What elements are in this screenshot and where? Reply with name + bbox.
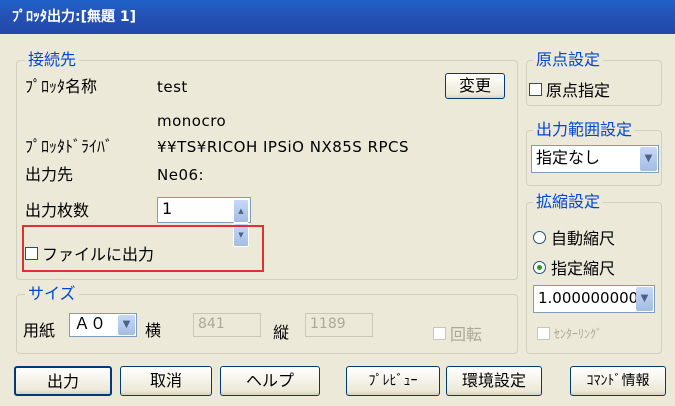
output-to-value: Ne06: [157, 166, 205, 184]
centering-label: ｾﾝﾀｰﾘﾝｸﾞ [554, 327, 603, 341]
copies-spinner[interactable]: 1 ▲ ▼ [157, 197, 251, 247]
paper-select[interactable]: Ａ０ ▼ [69, 313, 137, 337]
paper-label: 用紙 [23, 321, 56, 340]
rotate-label: 回転 [450, 325, 483, 344]
output-to-label: 出力先 [25, 165, 74, 184]
size-group: サイズ 用紙 Ａ０ ▼ 横 841 縦 1189 回転 [16, 285, 518, 354]
height-field[interactable]: 1189 [305, 313, 373, 337]
specified-scale-label: 指定縮尺 [551, 259, 616, 278]
output-range-group: 出力範囲設定 指定なし ▼ [526, 121, 662, 186]
width-field[interactable]: 841 [193, 313, 261, 337]
driver-value: ¥¥TS¥RICOH IPSiO NX85S RPCS [157, 138, 410, 156]
chevron-down-icon[interactable]: ▼ [118, 315, 135, 335]
checkbox-icon[interactable] [537, 327, 550, 340]
origin-specify-checkbox[interactable]: 原点指定 [529, 77, 610, 101]
width-label: 横 [145, 321, 162, 340]
help-button[interactable]: ヘルプ [220, 366, 320, 396]
chevron-down-icon[interactable]: ▼ [640, 147, 657, 171]
scale-value: 1.000000000 [538, 289, 639, 307]
checkbox-icon[interactable] [529, 82, 542, 96]
copies-spin-buttons[interactable]: ▲ ▼ [233, 199, 249, 247]
spin-up-icon[interactable]: ▲ [233, 199, 249, 223]
plotter-model-value: monocro [157, 112, 227, 130]
rotate-checkbox[interactable]: 回転 [433, 321, 482, 345]
dialog-client-area: 接続先 ﾌﾟﾛｯﾀ名称 test 変更 monocro ﾌﾟﾛｯﾀﾄﾞﾗｲﾊﾞ … [6, 36, 669, 400]
preview-button[interactable]: ﾌﾟﾚﾋﾞｭｰ [346, 366, 440, 396]
auto-scale-radio[interactable]: 自動縮尺 [533, 225, 615, 249]
centering-checkbox[interactable]: ｾﾝﾀｰﾘﾝｸﾞ [537, 325, 602, 342]
copies-value: 1 [162, 199, 173, 218]
scale-group: 拡縮設定 自動縮尺 指定縮尺 1.000000000 ▼ ｾﾝﾀｰﾘﾝｸﾞ [526, 193, 662, 354]
size-legend: サイズ [25, 285, 79, 303]
plotter-name-value: test [157, 78, 188, 96]
window-title: ﾌﾟﾛｯﾀ出力:[無題 1] [0, 0, 675, 34]
radio-selected-icon[interactable] [533, 260, 546, 274]
driver-label: ﾌﾟﾛｯﾀﾄﾞﾗｲﾊﾞ [25, 137, 114, 156]
paper-value: Ａ０ [74, 314, 107, 333]
origin-legend: 原点設定 [533, 51, 604, 69]
environment-settings-button[interactable]: 環境設定 [446, 366, 542, 396]
output-range-legend: 出力範囲設定 [533, 121, 636, 139]
cancel-button[interactable]: 取消 [120, 366, 212, 396]
specified-scale-radio[interactable]: 指定縮尺 [533, 255, 615, 279]
copies-label: 出力枚数 [25, 201, 90, 220]
scale-value-select[interactable]: 1.000000000 ▼ [533, 285, 655, 313]
command-info-button[interactable]: ｺﾏﾝﾄﾞ情報 [570, 366, 666, 396]
origin-specify-label: 原点指定 [546, 81, 611, 100]
origin-group: 原点設定 原点指定 [526, 51, 662, 106]
copies-highlight-box [22, 225, 264, 272]
plotter-name-label: ﾌﾟﾛｯﾀ名称 [25, 77, 98, 96]
radio-icon[interactable] [533, 230, 546, 244]
auto-scale-label: 自動縮尺 [551, 229, 616, 248]
plotter-output-dialog: ﾌﾟﾛｯﾀ出力:[無題 1] 接続先 ﾌﾟﾛｯﾀ名称 test 変更 monoc… [0, 0, 675, 406]
output-button[interactable]: 出力 [14, 366, 112, 396]
output-range-select[interactable]: 指定なし ▼ [531, 145, 659, 173]
checkbox-icon[interactable] [433, 326, 446, 340]
change-plotter-button[interactable]: 変更 [445, 73, 505, 99]
connection-legend: 接続先 [25, 51, 80, 69]
scale-legend: 拡縮設定 [533, 193, 604, 211]
chevron-down-icon[interactable]: ▼ [636, 287, 653, 311]
height-label: 縦 [273, 323, 290, 342]
output-range-value: 指定なし [536, 148, 601, 167]
